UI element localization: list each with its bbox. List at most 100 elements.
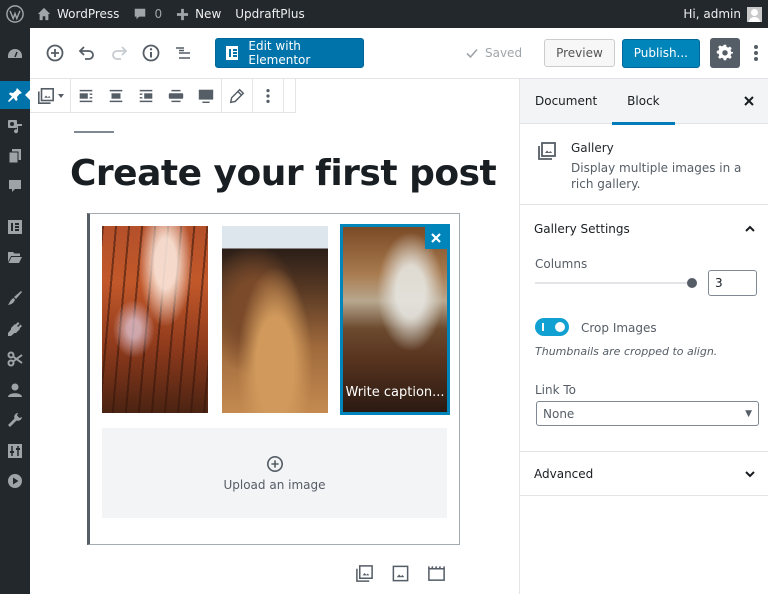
undo-button[interactable] — [71, 37, 103, 69]
elementor-icon — [8, 220, 22, 234]
align-left-button[interactable] — [71, 79, 101, 113]
updraftplus-link[interactable]: UpdraftPlus — [228, 0, 311, 28]
gear-icon — [716, 44, 734, 61]
gallery-icon[interactable] — [355, 564, 374, 583]
columns-slider-track[interactable] — [535, 282, 692, 284]
brush-icon — [8, 291, 22, 305]
menu-dashboard[interactable] — [0, 40, 30, 68]
menu-pages[interactable] — [0, 142, 30, 170]
columns-input[interactable] — [708, 270, 757, 296]
full-width-icon — [198, 89, 214, 103]
crop-images-help: Thumbnails are cropped to align. — [535, 345, 718, 358]
link-to-select[interactable]: None ▼ — [536, 401, 759, 426]
menu-elementor[interactable] — [0, 213, 30, 241]
block-switcher-button[interactable] — [30, 79, 70, 113]
media-icon — [8, 120, 22, 134]
menu-snippets[interactable] — [0, 345, 30, 373]
align-right-icon — [139, 89, 153, 102]
tab-block[interactable]: Block — [612, 79, 676, 125]
dashboard-icon — [8, 49, 22, 58]
toggle-on-indicator — [542, 323, 544, 331]
caption-input[interactable]: Write caption... — [343, 382, 447, 404]
scissors-icon — [7, 351, 23, 367]
new-content-link[interactable]: New — [169, 0, 228, 28]
saved-label: Saved — [484, 46, 523, 60]
content-info-button[interactable] — [135, 37, 167, 69]
add-block-button[interactable] — [39, 37, 71, 69]
gallery-image-selected[interactable]: Write caption... — [340, 224, 450, 415]
comments-count: 0 — [154, 7, 163, 21]
settings-toggle-button[interactable] — [710, 38, 740, 68]
gallery-icon — [538, 142, 556, 160]
close-icon — [431, 233, 441, 243]
list-icon — [176, 47, 190, 59]
wordpress-logo[interactable] — [0, 0, 30, 28]
play-icon — [8, 474, 22, 488]
comments-link[interactable]: 0 — [126, 0, 169, 28]
crop-images-toggle[interactable] — [535, 318, 569, 336]
more-menu-button[interactable] — [744, 38, 768, 68]
my-account-link[interactable]: Hi, admin — [676, 0, 768, 28]
pencil-icon — [229, 88, 245, 103]
upload-label: Upload an image — [223, 477, 326, 492]
menu-templates[interactable] — [0, 243, 30, 271]
edit-with-elementor-button[interactable]: Edit with Elementor — [215, 38, 364, 68]
preview-button[interactable]: Preview — [544, 39, 615, 67]
crop-images-label: Crop Images — [581, 321, 657, 335]
full-width-button[interactable] — [191, 79, 221, 113]
gallery-settings-toggle[interactable]: Gallery Settings — [534, 222, 630, 236]
remove-image-button[interactable] — [425, 227, 447, 249]
align-left-icon — [79, 89, 93, 102]
menu-video[interactable] — [0, 467, 30, 495]
gallery-image[interactable] — [222, 226, 328, 413]
video-icon[interactable] — [427, 564, 446, 583]
greeting: Hi, admin — [683, 7, 741, 21]
upload-image-button[interactable]: Upload an image — [102, 428, 447, 518]
wide-width-button[interactable] — [161, 79, 191, 113]
menu-users[interactable] — [0, 376, 30, 404]
menu-media[interactable] — [0, 112, 30, 140]
publish-button[interactable]: Publish... — [621, 38, 700, 68]
editor-canvas: Create your first post Write caption... … — [30, 113, 519, 594]
image-icon[interactable] — [391, 564, 410, 583]
plus-circle-icon — [266, 455, 283, 472]
quick-inserter — [355, 564, 446, 583]
publish-label: Publish... — [633, 46, 688, 60]
chevron-down-icon — [745, 471, 755, 478]
check-icon — [466, 48, 478, 59]
block-description: Display multiple images in a rich galler… — [571, 161, 742, 191]
advanced-panel[interactable]: Advanced — [520, 452, 768, 496]
close-icon — [744, 96, 754, 106]
gallery-image[interactable] — [102, 226, 208, 413]
close-sidebar-button[interactable] — [740, 92, 758, 110]
tab-document[interactable]: Document — [520, 79, 612, 124]
menu-comments[interactable] — [0, 172, 30, 200]
align-center-button[interactable] — [101, 79, 131, 113]
settings-sliders-icon — [8, 444, 22, 458]
columns-slider-thumb[interactable] — [687, 278, 697, 288]
edit-gallery-button[interactable] — [222, 79, 252, 113]
block-more-options-button[interactable] — [253, 79, 283, 113]
block-navigation-button[interactable] — [167, 37, 199, 69]
gallery-block[interactable]: Write caption... Upload an image — [87, 213, 460, 545]
menu-plugins[interactable] — [0, 315, 30, 343]
info-icon — [142, 44, 160, 62]
menu-tools[interactable] — [0, 406, 30, 434]
comments-icon — [9, 180, 21, 192]
caret-down-icon — [57, 93, 64, 98]
menu-posts[interactable] — [0, 81, 30, 109]
gallery-settings-panel: Gallery Settings Columns Crop Images Thu… — [520, 205, 768, 452]
site-name-link[interactable]: WordPress — [30, 0, 126, 28]
chevron-up-icon[interactable] — [743, 222, 757, 236]
menu-settings[interactable] — [0, 437, 30, 465]
elementor-label: Edit with Elementor — [248, 39, 311, 67]
post-title[interactable]: Create your first post — [70, 153, 497, 194]
new-label: New — [195, 7, 222, 21]
plus-circle-icon — [46, 44, 64, 62]
block-name: Gallery — [571, 141, 614, 155]
menu-appearance[interactable] — [0, 284, 30, 312]
vertical-ellipsis-icon — [754, 45, 758, 61]
align-right-button[interactable] — [131, 79, 161, 113]
redo-button[interactable] — [103, 37, 135, 69]
sidebar-tabs: Document Block — [520, 79, 768, 125]
